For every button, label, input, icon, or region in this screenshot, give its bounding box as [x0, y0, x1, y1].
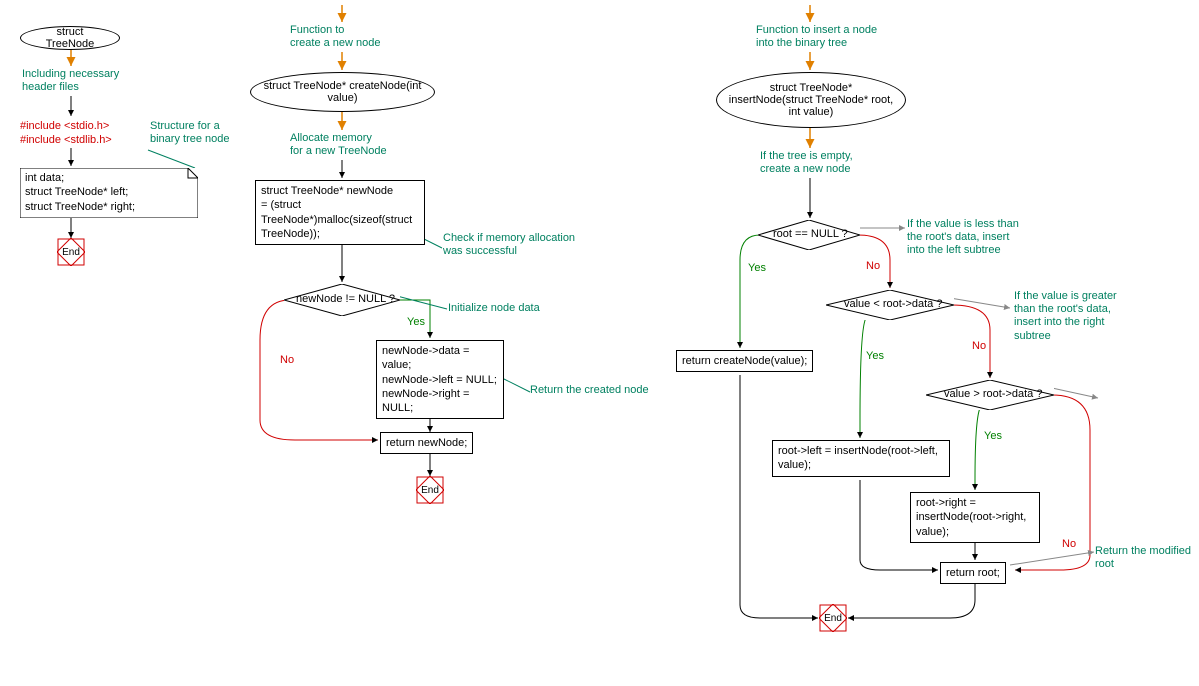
comment-init-node: Initialize node data [448, 302, 540, 315]
end-label-1: End [62, 247, 80, 258]
comment-alloc: Allocate memory for a new TreeNode [290, 132, 387, 158]
start-label-3: struct TreeNode* insertNode(struct TreeN… [727, 82, 895, 118]
edge-no-2: No [280, 354, 294, 366]
box-malloc: struct TreeNode* newNode = (struct TreeN… [255, 180, 425, 245]
start-node-insertnode: struct TreeNode* insertNode(struct TreeN… [716, 72, 906, 128]
comment-fn-insert: Function to insert a node into the binar… [756, 24, 877, 50]
start-label-2: struct TreeNode* createNode(int value) [261, 80, 424, 104]
comment-tree-empty: If the tree is empty, create a new node [760, 150, 853, 176]
struct-fields-fold: int data; struct TreeNode* left; struct … [20, 168, 198, 218]
decision-root-null-label: root == NULL ? [773, 228, 848, 240]
comment-include: Including necessary header files [22, 68, 119, 94]
box-return-newnode: return newNode; [380, 432, 473, 454]
end-node-1: End [57, 238, 85, 266]
box-return-root: return root; [940, 562, 1006, 584]
comment-return-node: Return the created node [530, 384, 649, 397]
end-node-2: End [416, 476, 444, 504]
edge-yes-3a: Yes [748, 262, 766, 274]
end-label-2: End [421, 485, 439, 496]
includes-text: #include <stdio.h> #include <stdlib.h> [20, 119, 112, 148]
start-node-createnode: struct TreeNode* createNode(int value) [250, 72, 435, 112]
box-return-createnode: return createNode(value); [676, 350, 813, 372]
decision-newnode-label: newNode != NULL ? [296, 293, 395, 305]
box-insert-left: root->left = insertNode(root->left, valu… [772, 440, 950, 477]
decision-value-greater-label: value > root->data ? [944, 388, 1042, 400]
edge-yes-3c: Yes [984, 430, 1002, 442]
decision-value-greater: value > root->data ? [926, 380, 1054, 410]
comment-fn-create: Function to create a new node [290, 24, 381, 50]
comment-check-alloc: Check if memory allocation was successfu… [443, 232, 575, 258]
end-label-3: End [824, 613, 842, 624]
end-node-3: End [819, 604, 847, 632]
comment-return-root: Return the modified root [1095, 545, 1199, 571]
edge-no-3c: No [1062, 538, 1076, 550]
box-insert-right: root->right = insertNode(root->right, va… [910, 492, 1040, 543]
box-init-node: newNode->data = value; newNode->left = N… [376, 340, 504, 419]
edge-yes-3b: Yes [866, 350, 884, 362]
start-label: struct TreeNode [31, 26, 109, 50]
decision-value-less: value < root->data ? [826, 290, 954, 320]
comment-struct: Structure for a binary tree node [150, 120, 230, 146]
edge-no-3a: No [866, 260, 880, 272]
decision-root-null: root == NULL ? [758, 220, 860, 250]
edge-yes-2: Yes [407, 316, 425, 328]
comment-greater-than: If the value is greater than the root's … [1014, 290, 1117, 343]
comment-less-than: If the value is less than the root's dat… [907, 218, 1019, 258]
decision-newnode-null: newNode != NULL ? [284, 284, 400, 316]
decision-value-less-label: value < root->data ? [844, 298, 942, 310]
edge-no-3b: No [972, 340, 986, 352]
struct-fields-text: int data; struct TreeNode* left; struct … [20, 168, 198, 217]
start-node-treenode: struct TreeNode [20, 26, 120, 50]
